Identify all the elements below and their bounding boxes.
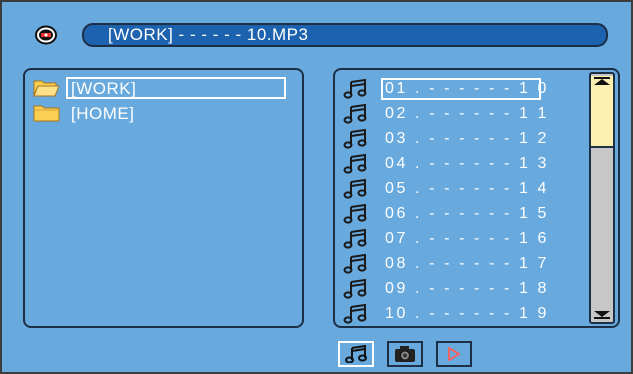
music-note-icon <box>343 303 367 324</box>
track-item[interactable]: 06 . - - - - - - 1 5 <box>343 203 553 225</box>
music-note-icon <box>343 203 367 224</box>
music-note-icon <box>343 253 367 274</box>
folder-label: [WORK] <box>66 77 286 99</box>
track-label: 09 . - - - - - - 1 8 <box>385 280 550 297</box>
music-mode-button[interactable] <box>338 341 374 367</box>
track-label: 06 . - - - - - - 1 5 <box>385 205 550 222</box>
folder-list-panel: [WORK] [HOME] <box>23 68 304 328</box>
scroll-up-icon[interactable] <box>594 79 610 85</box>
music-note-icon <box>343 153 367 174</box>
music-note-icon <box>343 228 367 249</box>
track-label: 01 . - - - - - - 1 0 <box>381 78 546 100</box>
play-icon <box>448 347 460 361</box>
track-label: 05 . - - - - - - 1 4 <box>385 180 550 197</box>
music-note-icon <box>343 178 367 199</box>
track-label: 03 . - - - - - - 1 2 <box>385 130 550 147</box>
track-label: 02 . - - - - - - 1 1 <box>385 105 550 122</box>
track-label: 08 . - - - - - - 1 7 <box>385 255 550 272</box>
folder-icon <box>33 105 60 122</box>
track-item[interactable]: 07 . - - - - - - 1 6 <box>343 228 553 250</box>
track-item[interactable]: 02 . - - - - - - 1 1 <box>343 103 553 125</box>
track-item[interactable]: 01 . - - - - - - 1 0 <box>343 78 546 100</box>
track-item[interactable]: 08 . - - - - - - 1 7 <box>343 253 553 275</box>
scroll-bottom-bar <box>594 317 610 319</box>
music-note-icon <box>343 278 367 299</box>
track-label: 04 . - - - - - - 1 3 <box>385 155 550 172</box>
track-item[interactable]: 03 . - - - - - - 1 2 <box>343 128 553 150</box>
current-path-bar: [WORK] - - - - - - 10.MP3 <box>82 23 608 47</box>
track-list-panel: 01 . - - - - - - 1 0 02 . - - - - - - 1 1… <box>333 68 620 328</box>
music-note-icon <box>343 103 367 124</box>
track-item[interactable]: 04 . - - - - - - 1 3 <box>343 153 553 175</box>
media-browser-screen: [WORK] - - - - - - 10.MP3 [WORK] [HOME] … <box>0 0 633 374</box>
music-note-icon <box>343 128 367 149</box>
track-label: 10 . - - - - - - 1 9 <box>385 305 550 322</box>
open-folder-icon <box>33 80 60 97</box>
track-item[interactable]: 09 . - - - - - - 1 8 <box>343 278 553 300</box>
track-item[interactable]: 10 . - - - - - - 1 9 <box>343 303 553 325</box>
music-note-icon <box>343 78 367 99</box>
track-item[interactable]: 05 . - - - - - - 1 4 <box>343 178 553 200</box>
folder-label: [HOME] <box>71 104 135 123</box>
track-label: 07 . - - - - - - 1 6 <box>385 230 550 247</box>
folder-item-home[interactable]: [HOME] <box>33 102 139 124</box>
play-mode-button[interactable] <box>436 341 472 367</box>
disc-icon <box>35 25 57 45</box>
photo-mode-button[interactable] <box>387 341 423 367</box>
scroll-thumb[interactable] <box>591 76 613 148</box>
camera-icon <box>395 346 415 362</box>
scrollbar[interactable] <box>589 72 615 324</box>
music-note-icon <box>345 345 367 363</box>
folder-item-work[interactable]: [WORK] <box>33 77 286 99</box>
